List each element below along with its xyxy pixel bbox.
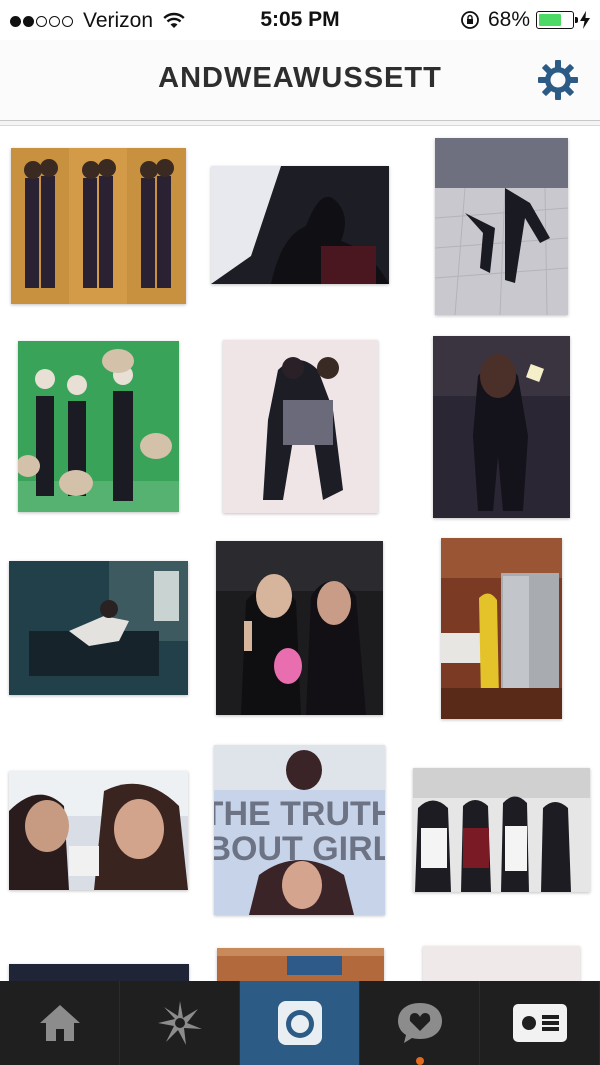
camera-icon xyxy=(277,1001,322,1045)
rotation-lock-icon xyxy=(461,11,479,29)
status-bar: Verizon 5:05 PM 68% xyxy=(0,0,600,40)
settings-button[interactable] xyxy=(536,58,580,102)
home-icon xyxy=(39,1005,80,1041)
notification-dot xyxy=(416,1057,424,1065)
photo-thumbnail[interactable] xyxy=(9,964,189,981)
photo-thumbnail[interactable] xyxy=(441,538,562,719)
photo-thumbnail[interactable]: THE TRUTH ABOUT GIRLS xyxy=(214,745,385,915)
tab-camera[interactable] xyxy=(240,981,360,1065)
photo-thumbnail[interactable] xyxy=(423,946,580,981)
photo-thumbnail[interactable] xyxy=(9,771,188,890)
tab-explore[interactable] xyxy=(120,981,240,1065)
photo-thumbnail[interactable] xyxy=(18,341,179,512)
tab-activity[interactable] xyxy=(360,981,480,1065)
photo-thumbnail[interactable] xyxy=(211,166,389,284)
photo-thumbnail[interactable] xyxy=(216,541,383,715)
profile-header: ANDWEAWUSSETT xyxy=(0,40,600,120)
photo-thumbnail[interactable] xyxy=(433,336,570,518)
battery-icon xyxy=(536,11,578,29)
gear-icon xyxy=(538,60,578,100)
battery-cap xyxy=(575,17,578,23)
photo-thumbnail[interactable] xyxy=(413,768,590,892)
page-title: ANDWEAWUSSETT xyxy=(158,62,442,94)
activity-heart-bubble-icon xyxy=(397,1003,442,1043)
battery-percent: 68% xyxy=(487,8,530,31)
charging-bolt-icon xyxy=(580,11,590,29)
explore-star-icon xyxy=(157,1001,202,1045)
photo-thumbnail[interactable] xyxy=(435,138,568,315)
photo-thumbnail[interactable] xyxy=(217,948,384,981)
photo-thumbnail[interactable] xyxy=(223,340,378,513)
photo-thumbnail[interactable] xyxy=(11,148,186,304)
photo-grid: THE TRUTH ABOUT GIRLS xyxy=(0,126,600,981)
tab-home[interactable] xyxy=(0,981,120,1065)
tab-profile[interactable] xyxy=(480,981,600,1065)
overlay-text-line2: ABOUT GIRLS xyxy=(214,830,385,868)
profile-card-icon xyxy=(512,1004,567,1042)
battery-level-fill xyxy=(539,14,561,26)
tab-bar xyxy=(0,981,600,1065)
photo-thumbnail[interactable] xyxy=(9,561,188,695)
overlay-text-line1: THE TRUTH xyxy=(214,795,385,833)
